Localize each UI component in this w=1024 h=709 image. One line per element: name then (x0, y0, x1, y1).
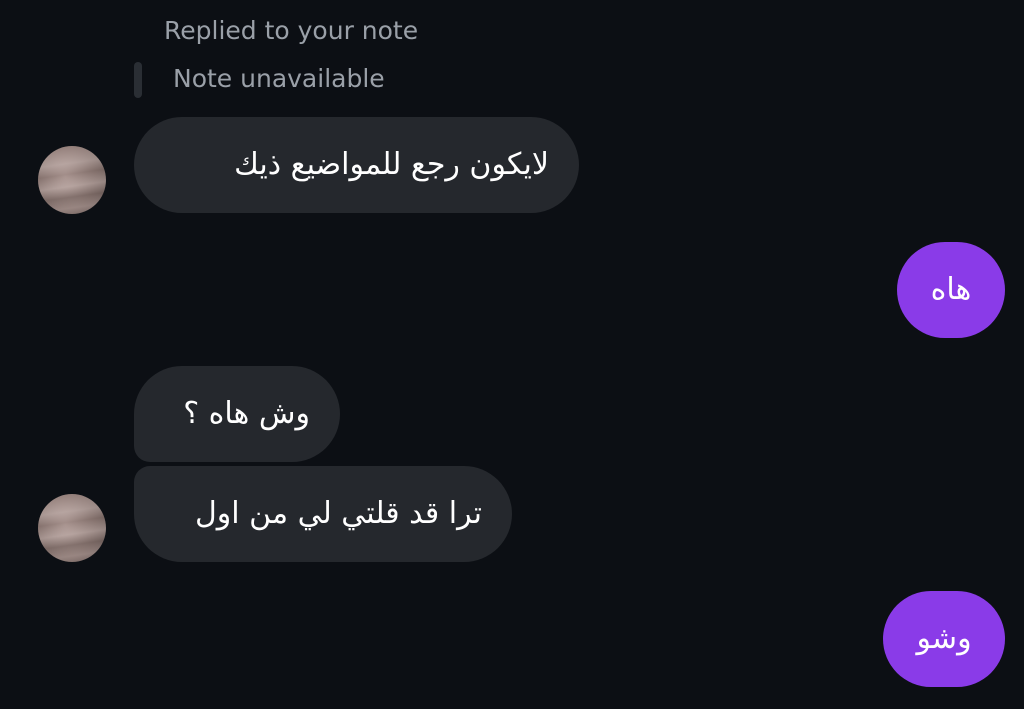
quoted-note-text[interactable]: Note unavailable (173, 62, 385, 96)
reply-caption: Replied to your note (164, 16, 419, 45)
contact-avatar[interactable] (38, 494, 106, 562)
incoming-message-bubble[interactable]: لايكون رجع للمواضيع ذيك (134, 117, 579, 213)
incoming-message-bubble[interactable]: وش هاه ؟ (134, 366, 340, 462)
incoming-message-bubble[interactable]: ترا قد قلتي لي من اول (134, 466, 512, 562)
outgoing-message-bubble[interactable]: وشو (883, 591, 1005, 687)
quoted-note-bar (134, 62, 142, 98)
contact-avatar[interactable] (38, 146, 106, 214)
outgoing-message-bubble[interactable]: هاه (897, 242, 1005, 338)
